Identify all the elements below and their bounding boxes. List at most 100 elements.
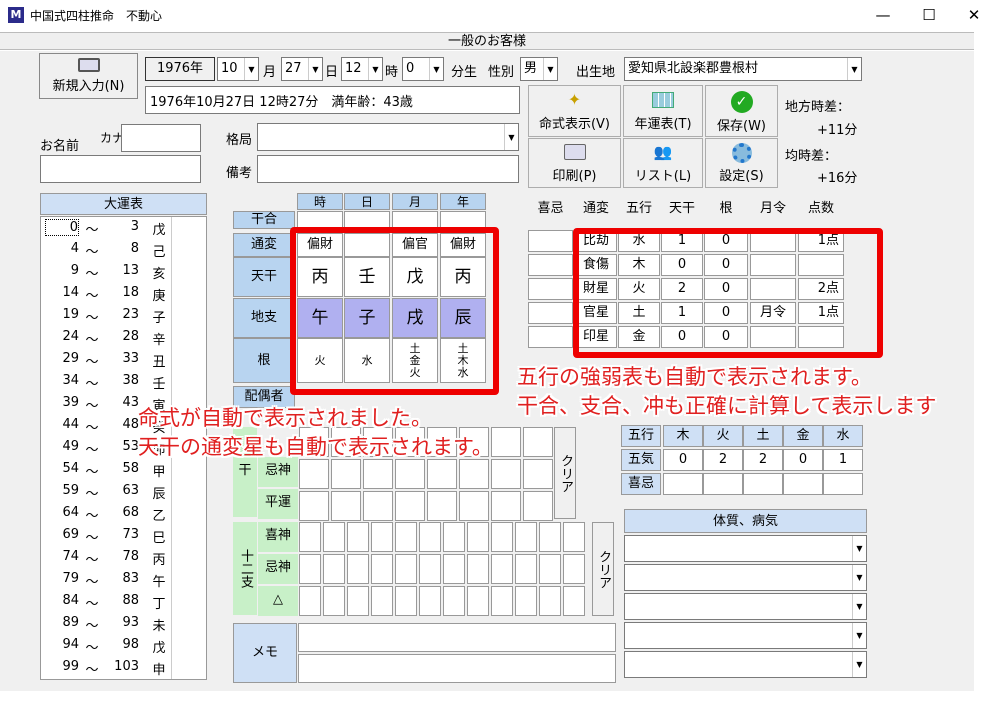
taishitsu-select[interactable]: ▼ [624,535,867,562]
taishitsu-select[interactable]: ▼ [624,651,867,678]
gogyo-kiki-cell[interactable] [528,254,573,276]
daiun-start-age[interactable]: 39 [45,395,79,410]
daiun-start-age[interactable]: 19 [45,307,79,322]
kishin-shi-cell[interactable] [323,586,345,616]
kishin-shi-cell[interactable] [515,586,537,616]
settings-button[interactable]: 設定(S) [705,138,778,188]
kishin-shi-cell[interactable] [395,554,417,584]
list-button[interactable]: 👥 リスト(L) [623,138,703,188]
kishin-shi-cell[interactable] [419,554,441,584]
gender-select[interactable]: 男 ▼ [520,57,558,81]
kiki-cell[interactable] [823,473,863,495]
kishin-kan-cell[interactable] [491,427,521,457]
daiun-start-age[interactable]: 29 [45,351,79,366]
kishin-shi-cell[interactable] [539,554,561,584]
kishin-shi-cell[interactable] [539,522,561,552]
daiun-start-age[interactable]: 9 [45,263,79,278]
close-button[interactable]: ✕ [952,4,996,26]
kishin-shi-cell[interactable] [515,554,537,584]
kishin-shi-cell[interactable] [299,586,321,616]
kishin-shi-cell[interactable] [491,554,513,584]
kishin-kan-cell[interactable] [491,491,521,521]
kishin-shi-cell[interactable] [491,522,513,552]
kishin-shi-cell[interactable] [395,586,417,616]
daiun-start-age[interactable]: 89 [45,615,79,630]
kishin-kan-cell[interactable] [491,459,521,489]
kishin-kan-cell[interactable] [363,491,393,521]
minimize-button[interactable]: — [861,4,905,26]
kiki-cell[interactable] [703,473,743,495]
daiun-start-age[interactable]: 74 [45,549,79,564]
kishin-kan-cell[interactable] [395,459,425,489]
kishin-shi-cell[interactable] [467,554,489,584]
minute-select[interactable]: 0 ▼ [402,57,444,81]
year-field[interactable]: 1976年 [145,57,215,81]
daiun-start-age[interactable]: 79 [45,571,79,586]
daiun-start-age[interactable]: 69 [45,527,79,542]
gogyo-kiki-cell[interactable] [528,278,573,300]
kishin-shi-cell[interactable] [467,586,489,616]
kakkyoku-select[interactable]: ▼ [257,123,519,151]
day-select[interactable]: 27 ▼ [281,57,323,81]
kishin-shi-cell[interactable] [443,554,465,584]
taishitsu-select[interactable]: ▼ [624,564,867,591]
kishin-kan-cell[interactable] [427,491,457,521]
meishiki-button[interactable]: ✦ 命式表示(V) [528,85,621,137]
new-entry-button[interactable]: 新規入力(N) [39,53,138,99]
kishin-kan-cell[interactable] [523,459,553,489]
kishin-shi-cell[interactable] [347,586,369,616]
kishin-shi-cell[interactable] [515,522,537,552]
daiun-start-age[interactable]: 0 [45,219,79,236]
daiun-start-age[interactable]: 49 [45,439,79,454]
kiki-cell[interactable] [663,473,703,495]
daiun-start-age[interactable]: 99 [45,659,79,674]
daiun-start-age[interactable]: 54 [45,461,79,476]
kishin-shi-cell[interactable] [371,586,393,616]
daiun-start-age[interactable]: 24 [45,329,79,344]
kishin-shi-cell[interactable] [371,522,393,552]
daiun-start-age[interactable]: 44 [45,417,79,432]
kishin-shi-cell[interactable] [563,554,585,584]
kishin-shi-cell[interactable] [371,554,393,584]
kishin-kan-cell[interactable] [363,459,393,489]
maximize-button[interactable]: ☐ [907,4,951,26]
shi-clear-button[interactable]: クリア [592,522,614,616]
daiun-start-age[interactable]: 84 [45,593,79,608]
kishin-shi-cell[interactable] [563,586,585,616]
kishin-shi-cell[interactable] [323,522,345,552]
kishin-kan-cell[interactable] [523,491,553,521]
kishin-kan-cell[interactable] [459,459,489,489]
daiun-start-age[interactable]: 34 [45,373,79,388]
kishin-shi-cell[interactable] [419,586,441,616]
memo-input-2[interactable] [298,654,616,683]
kishin-kan-cell[interactable] [427,459,457,489]
daiun-start-age[interactable]: 14 [45,285,79,300]
kishin-kan-cell[interactable] [331,491,361,521]
kishin-kan-cell[interactable] [459,491,489,521]
month-select[interactable]: 10 ▼ [217,57,259,81]
kishin-shi-cell[interactable] [467,522,489,552]
print-button[interactable]: 印刷(P) [528,138,621,188]
kishin-shi-cell[interactable] [563,522,585,552]
save-button[interactable]: ✓ 保存(W) [705,85,778,137]
kishin-kan-cell[interactable] [523,427,553,457]
nenun-button[interactable]: 年運表(T) [623,85,703,137]
birthplace-select[interactable]: 愛知県北設楽郡豊根村 ▼ [624,57,862,81]
kishin-shi-cell[interactable] [491,586,513,616]
taishitsu-select[interactable]: ▼ [624,593,867,620]
gogyo-kiki-cell[interactable] [528,302,573,324]
gogyo-kiki-cell[interactable] [528,230,573,252]
kishin-shi-cell[interactable] [323,554,345,584]
kan-clear-button[interactable]: クリア [554,427,576,519]
kishin-shi-cell[interactable] [299,522,321,552]
kishin-shi-cell[interactable] [443,586,465,616]
memo-input-1[interactable] [298,623,616,652]
kishin-shi-cell[interactable] [347,554,369,584]
kiki-cell[interactable] [783,473,823,495]
kishin-shi-cell[interactable] [395,522,417,552]
kishin-kan-cell[interactable] [331,459,361,489]
hour-select[interactable]: 12 ▼ [341,57,383,81]
kishin-shi-cell[interactable] [299,554,321,584]
kishin-kan-cell[interactable] [299,491,329,521]
kishin-shi-cell[interactable] [443,522,465,552]
